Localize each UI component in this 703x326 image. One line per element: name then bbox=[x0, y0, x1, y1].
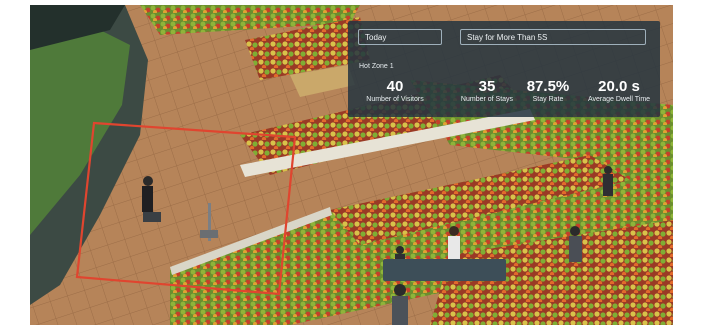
stat-visitors: 40 Number of Visitors bbox=[358, 78, 432, 104]
stat-stay-rate: 87.5% Stay Rate bbox=[513, 78, 583, 104]
hot-zone-polygon[interactable] bbox=[75, 121, 297, 296]
stat-value: 20.0 s bbox=[598, 78, 640, 95]
stat-dwell-time: 20.0 s Average Dwell Time bbox=[580, 78, 658, 104]
period-selector[interactable]: Today bbox=[358, 29, 442, 45]
stat-value: 87.5% bbox=[526, 78, 570, 95]
stay-rule-selector[interactable]: Stay for More Than 5S bbox=[460, 29, 646, 45]
camera-view: Today Stay for More Than 5S Hot Zone 1 4… bbox=[30, 5, 673, 325]
stat-label: Stay Rate bbox=[532, 96, 564, 103]
caption-bar bbox=[383, 259, 506, 281]
stat-label: Number of Visitors bbox=[366, 96, 424, 103]
stat-value: 40 bbox=[386, 78, 404, 95]
zone-name: Hot Zone 1 bbox=[359, 63, 394, 70]
stat-label: Average Dwell Time bbox=[587, 96, 651, 103]
statistics-panel: Today Stay for More Than 5S Hot Zone 1 4… bbox=[348, 21, 660, 117]
